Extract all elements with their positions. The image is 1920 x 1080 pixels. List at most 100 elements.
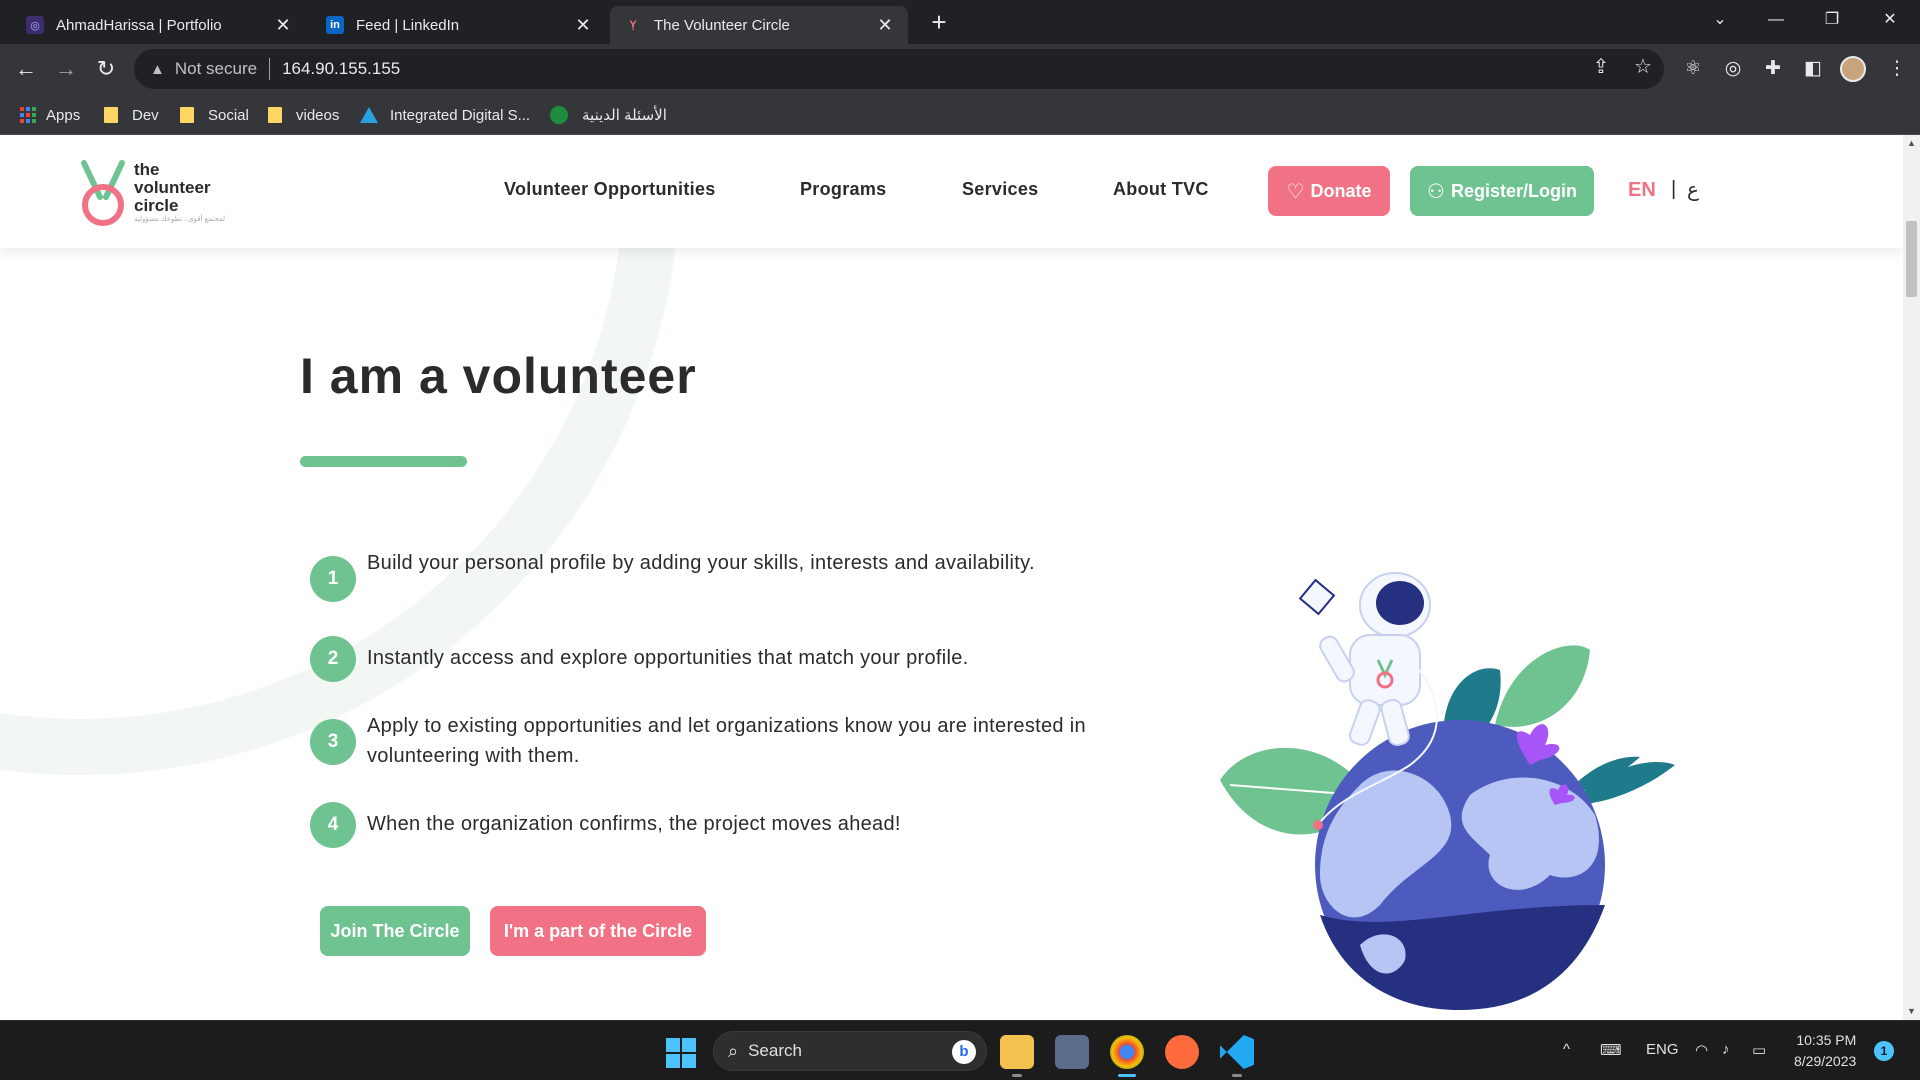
user-icon: ⚇: [1427, 180, 1445, 203]
postman-icon[interactable]: [1165, 1035, 1199, 1069]
volume-icon[interactable]: ♪: [1722, 1041, 1730, 1058]
portfolio-favicon-icon: ◎: [26, 16, 44, 34]
bookmark-label: videos: [296, 106, 340, 124]
bookmark-dev[interactable]: Dev: [104, 102, 159, 128]
notification-badge[interactable]: 1: [1874, 1041, 1894, 1061]
folder-icon: [268, 107, 282, 123]
nav-services[interactable]: Services: [962, 179, 1038, 200]
folder-icon: [104, 107, 118, 123]
side-panel-icon[interactable]: ◧: [1800, 56, 1826, 82]
donate-label: Donate: [1310, 180, 1372, 201]
windows-start-icon[interactable]: [666, 1038, 696, 1068]
site-header: the volunteer circle لمجتمع أقوى.. تطوعك…: [0, 135, 1903, 248]
tvc-logo-icon: [81, 160, 125, 226]
language-separator: |: [1671, 178, 1677, 200]
scroll-down-arrow-icon[interactable]: ▼: [1903, 1003, 1920, 1020]
close-tab-icon[interactable]: ✕: [574, 15, 592, 36]
browser-toolbar: ← → ↻ ▲ Not secure 164.90.155.155 ⇪ ☆ ⚛ …: [0, 44, 1920, 94]
new-tab-button[interactable]: +: [924, 8, 954, 38]
bookmark-label: Integrated Digital S...: [390, 106, 531, 124]
tab-title: Feed | LinkedIn: [356, 16, 460, 34]
language-ar[interactable]: ع: [1687, 177, 1699, 202]
address-bar[interactable]: ▲ Not secure 164.90.155.155: [134, 49, 1664, 89]
extension-circle-icon[interactable]: ◎: [1720, 56, 1746, 82]
chrome-icon[interactable]: [1110, 1035, 1144, 1069]
tray-chevron-icon[interactable]: ^: [1563, 1041, 1570, 1058]
vscode-icon[interactable]: [1220, 1035, 1254, 1069]
profile-avatar[interactable]: [1840, 56, 1866, 82]
bookmark-integrated-digital[interactable]: Integrated Digital S...: [360, 102, 530, 128]
step-number-badge: 1: [310, 556, 356, 602]
site-favicon-icon: [550, 106, 568, 124]
donate-button[interactable]: ♡ Donate: [1268, 166, 1390, 216]
bookmark-apps[interactable]: Apps: [20, 102, 80, 128]
bookmarks-bar: Apps Dev Social videos Integrated Digita…: [0, 94, 1920, 135]
battery-icon[interactable]: ▭: [1752, 1041, 1766, 1059]
step-text: Build your personal profile by adding yo…: [367, 552, 1035, 574]
tab-title: The Volunteer Circle: [654, 16, 790, 34]
resource-monitor-icon[interactable]: [1055, 1035, 1089, 1069]
reload-button[interactable]: ↻: [90, 53, 122, 85]
close-tab-icon[interactable]: ✕: [274, 15, 292, 36]
extensions-puzzle-icon[interactable]: ✚: [1760, 56, 1786, 82]
input-language[interactable]: ENG: [1646, 1041, 1679, 1058]
react-devtools-icon[interactable]: ⚛: [1680, 56, 1706, 82]
bookmark-religious-questions[interactable]: الأسئلة الدينية: [550, 102, 667, 128]
warning-icon: ▲: [150, 60, 165, 78]
step-text: Apply to existing opportunities and let …: [367, 715, 1086, 767]
join-the-circle-button[interactable]: Join The Circle: [320, 906, 470, 956]
step-text: Instantly access and explore opportuniti…: [367, 647, 969, 669]
login-label: Register/Login: [1450, 180, 1577, 201]
heart-icon: ♡: [1286, 180, 1305, 203]
close-window-button[interactable]: ✕: [1862, 0, 1918, 40]
share-icon[interactable]: ⇪: [1588, 54, 1614, 79]
tvc-favicon-icon: Ỵ: [629, 19, 637, 31]
tab-volunteer-circle[interactable]: Ỵ The Volunteer Circle ✕: [610, 6, 908, 44]
scroll-thumb[interactable]: [1906, 221, 1917, 297]
register-login-button[interactable]: ⚇ Register/Login: [1410, 166, 1594, 216]
security-label[interactable]: Not secure: [175, 59, 257, 79]
scroll-up-arrow-icon[interactable]: ▲: [1903, 135, 1920, 152]
bing-icon[interactable]: b: [952, 1040, 976, 1064]
nav-programs[interactable]: Programs: [800, 179, 886, 200]
app-active-indicator: [1118, 1074, 1136, 1077]
nav-volunteer-opportunities[interactable]: Volunteer Opportunities: [504, 179, 716, 200]
bookmark-label: Dev: [132, 106, 159, 124]
bookmark-label: الأسئلة الدينية: [582, 107, 667, 124]
system-clock[interactable]: 10:35 PM 8/29/2023: [1794, 1030, 1856, 1072]
browser-tab-strip: ◎ AhmadHarissa | Portfolio ✕ in Feed | L…: [0, 0, 1920, 44]
apps-grid-icon: [20, 107, 36, 123]
back-button[interactable]: ←: [10, 53, 42, 85]
linkedin-favicon-icon: in: [326, 16, 344, 34]
bookmark-videos[interactable]: videos: [268, 102, 339, 128]
file-explorer-icon[interactable]: [1000, 1035, 1034, 1069]
logo-tagline: لمجتمع أقوى.. تطوعك مسؤولية: [134, 216, 226, 223]
site-logo[interactable]: the volunteer circle لمجتمع أقوى.. تطوعك…: [78, 157, 238, 227]
step-number-badge: 3: [310, 719, 356, 765]
menu-kebab-icon[interactable]: ⋮: [1884, 56, 1910, 82]
app-running-indicator: [1012, 1074, 1022, 1077]
windows-taskbar: ⌕ Search b ^ ⌨ ENG ◠ ♪ ▭ 10:35 PM 8/29/2…: [0, 1020, 1920, 1080]
app-running-indicator: [1232, 1074, 1242, 1077]
bookmark-star-icon[interactable]: ☆: [1630, 54, 1656, 79]
tab-search-chevron-icon[interactable]: ⌄: [1692, 0, 1748, 40]
tab-portfolio[interactable]: ◎ AhmadHarissa | Portfolio ✕: [12, 6, 306, 44]
bookmark-label: Apps: [46, 106, 81, 124]
taskbar-search[interactable]: ⌕ Search b: [713, 1031, 987, 1071]
tab-title: AhmadHarissa | Portfolio: [56, 16, 222, 34]
wifi-icon[interactable]: ◠: [1695, 1041, 1708, 1059]
folder-icon: [180, 107, 194, 123]
part-of-circle-button[interactable]: I'm a part of the Circle: [490, 906, 706, 956]
language-en[interactable]: EN: [1628, 179, 1656, 202]
nav-about-tvc[interactable]: About TVC: [1113, 179, 1209, 200]
logo-wordmark: the volunteer circle: [134, 160, 211, 215]
page-scrollbar[interactable]: ▲ ▼: [1903, 135, 1920, 1020]
keyboard-icon[interactable]: ⌨: [1600, 1041, 1622, 1059]
forward-button[interactable]: →: [50, 53, 82, 85]
tab-linkedin[interactable]: in Feed | LinkedIn ✕: [312, 6, 606, 44]
close-tab-icon[interactable]: ✕: [876, 15, 894, 36]
url-text[interactable]: 164.90.155.155: [282, 59, 400, 79]
restore-button[interactable]: ❐: [1804, 0, 1860, 40]
minimize-button[interactable]: —: [1748, 0, 1804, 40]
bookmark-social[interactable]: Social: [180, 102, 249, 128]
